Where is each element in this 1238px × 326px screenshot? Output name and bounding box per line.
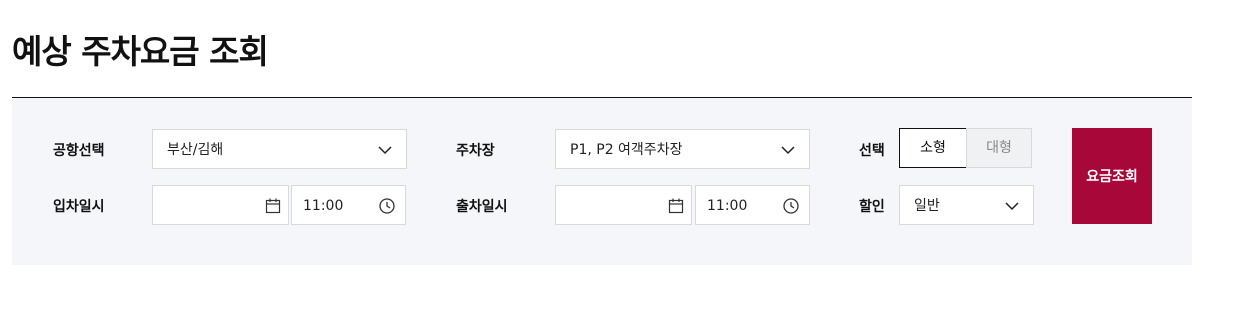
exit-time-value: 11:00 xyxy=(707,198,748,214)
parking-lot-select[interactable]: P1, P2 여객주차장 xyxy=(555,129,810,169)
discount-value: 일반 xyxy=(914,198,940,214)
discount-label: 할인 xyxy=(859,199,885,215)
clock-icon[interactable] xyxy=(378,197,396,215)
airport-label: 공항선택 xyxy=(53,143,105,159)
car-type-small-button[interactable]: 소형 xyxy=(899,128,967,168)
entry-time-input[interactable]: 11:00 xyxy=(291,185,406,225)
exit-date-input[interactable] xyxy=(555,185,692,225)
airport-value: 부산/김해 xyxy=(167,142,224,158)
discount-select[interactable]: 일반 xyxy=(899,185,1034,225)
parking-lot-label: 주차장 xyxy=(456,143,495,159)
fee-inquiry-button[interactable]: 요금조회 xyxy=(1072,128,1152,224)
parking-lot-value: P1, P2 여객주차장 xyxy=(570,142,683,158)
exit-label: 출차일시 xyxy=(456,199,508,215)
calendar-icon[interactable] xyxy=(264,197,282,215)
page-title: 예상 주차요금 조회 xyxy=(12,32,269,71)
entry-date-input[interactable] xyxy=(152,185,289,225)
calendar-icon[interactable] xyxy=(667,197,685,215)
chevron-down-icon xyxy=(781,146,795,155)
search-panel xyxy=(12,98,1192,265)
entry-label: 입차일시 xyxy=(53,199,105,215)
chevron-down-icon xyxy=(1005,202,1019,211)
car-type-label: 선택 xyxy=(859,143,885,159)
airport-select[interactable]: 부산/김해 xyxy=(152,129,407,169)
clock-icon[interactable] xyxy=(782,197,800,215)
chevron-down-icon xyxy=(378,146,392,155)
entry-time-value: 11:00 xyxy=(303,198,344,214)
exit-time-input[interactable]: 11:00 xyxy=(695,185,810,225)
car-type-large-button[interactable]: 대형 xyxy=(966,128,1032,168)
